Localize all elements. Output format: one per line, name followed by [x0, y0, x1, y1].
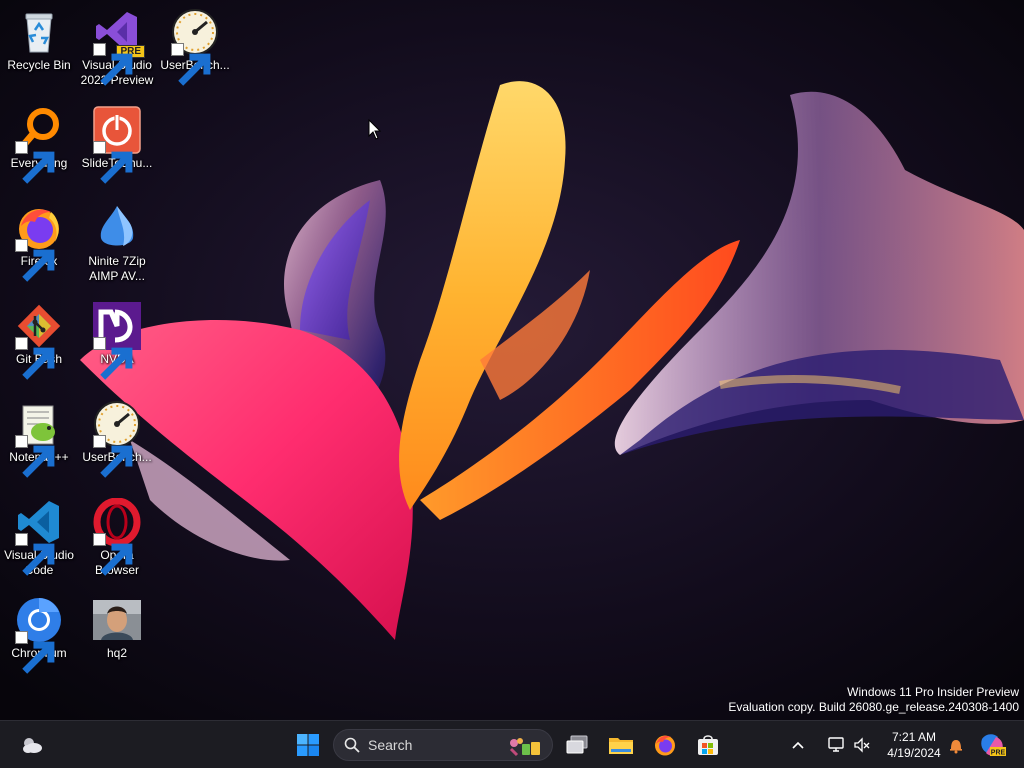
- chevron-up-icon: [792, 741, 804, 749]
- shortcut-arrow-icon: [93, 435, 133, 478]
- desktop-icon-visual-studio-2022-preview[interactable]: PRE Visual Studio 2022 Preview: [78, 4, 156, 98]
- photo-thumbnail-icon: [93, 600, 141, 640]
- watermark-build: Evaluation copy. Build 26080.ge_release.…: [728, 700, 1019, 714]
- desktop[interactable]: Recycle Bin PRE Visual Studio 2022 Previ…: [0, 0, 1024, 768]
- desktop-icon-hq2[interactable]: hq2: [78, 592, 156, 686]
- desktop-icon-label: Ninite 7Zip AIMP AV...: [88, 254, 146, 283]
- desktop-icon-ninite[interactable]: Ninite 7Zip AIMP AV...: [78, 200, 156, 294]
- recycle-bin-icon: [25, 13, 53, 53]
- desktop-icon-recycle-bin[interactable]: Recycle Bin: [0, 4, 78, 98]
- shortcut-arrow-icon: [15, 141, 55, 184]
- shortcut-arrow-icon: [15, 337, 55, 380]
- watermark-edition: Windows 11 Pro Insider Preview: [847, 685, 1019, 699]
- copilot-pre-icon: PRE: [981, 734, 1006, 757]
- ninite-icon: [100, 206, 134, 246]
- desktop-icon-git-bash[interactable]: Git Bash: [0, 298, 78, 392]
- taskbar-clock[interactable]: 7:21 AM 4/19/2024: [880, 729, 948, 761]
- network-icon: [828, 737, 844, 752]
- desktop-icon-firefox[interactable]: Firefox: [0, 200, 78, 294]
- desktop-icon-chromium[interactable]: Chromium: [0, 592, 78, 686]
- taskbar: Search 7:21 AM 4/19/2024 PRE: [0, 720, 1024, 768]
- desktop-icon-userbenchmark[interactable]: UserBench...: [78, 396, 156, 490]
- volume-muted-icon: [854, 737, 870, 753]
- desktop-icon-nvda[interactable]: NVDA: [78, 298, 156, 392]
- file-explorer-icon: [609, 738, 633, 754]
- shortcut-arrow-icon: [15, 631, 55, 674]
- search-placeholder: Search: [368, 737, 413, 753]
- desktop-icon-opera[interactable]: Opera Browser: [78, 494, 156, 588]
- bell-icon: [950, 740, 962, 754]
- os-build-watermark: Windows 11 Pro Insider Preview Evaluatio…: [728, 685, 1019, 715]
- shortcut-arrow-icon: [15, 239, 55, 282]
- network-button[interactable]: [824, 727, 848, 763]
- search-highlight-icon: [509, 738, 540, 757]
- clock-date: 4/19/2024: [887, 746, 941, 760]
- show-hidden-icons-button[interactable]: [786, 727, 810, 763]
- store-icon: [698, 735, 718, 755]
- shortcut-arrow-icon: [93, 337, 133, 380]
- shortcut-arrow-icon: [171, 43, 211, 86]
- desktop-icon-everything[interactable]: Everything: [0, 102, 78, 196]
- task-view-icon: [566, 735, 588, 754]
- file-explorer-button[interactable]: [603, 727, 639, 763]
- mouse-cursor-icon: [368, 119, 382, 140]
- desktop-icon-notepad-plus-plus[interactable]: Notepad++: [0, 396, 78, 490]
- task-view-button[interactable]: [559, 727, 595, 763]
- firefox-icon: [655, 735, 675, 756]
- search-icon: [344, 737, 360, 753]
- weather-cloud-icon: [23, 738, 42, 753]
- shortcut-arrow-icon: [93, 43, 133, 86]
- desktop-icon-vscode[interactable]: Visual Studio Code: [0, 494, 78, 588]
- firefox-taskbar-button[interactable]: [647, 727, 683, 763]
- desktop-icon-slidetoshutdown[interactable]: SlideToShu...: [78, 102, 156, 196]
- desktop-icon-label: hq2: [106, 646, 128, 660]
- shortcut-arrow-icon: [93, 141, 133, 184]
- widgets-button[interactable]: [14, 727, 50, 763]
- shortcut-arrow-icon: [93, 533, 133, 576]
- svg-text:PRE: PRE: [991, 750, 1006, 757]
- windows-logo-icon: [297, 734, 319, 756]
- desktop-icon-label: Recycle Bin: [7, 58, 71, 72]
- desktop-icon-userbenchmark[interactable]: UserBench...: [156, 4, 234, 98]
- clock-time: 7:21 AM: [891, 730, 937, 744]
- start-button[interactable]: [290, 727, 326, 763]
- volume-button[interactable]: [850, 727, 874, 763]
- shortcut-arrow-icon: [15, 533, 55, 576]
- shortcut-arrow-icon: [15, 435, 55, 478]
- taskbar-search-box[interactable]: Search: [333, 729, 553, 761]
- copilot-button[interactable]: PRE: [974, 727, 1010, 763]
- notifications-button[interactable]: [944, 727, 968, 763]
- microsoft-store-button[interactable]: [690, 727, 726, 763]
